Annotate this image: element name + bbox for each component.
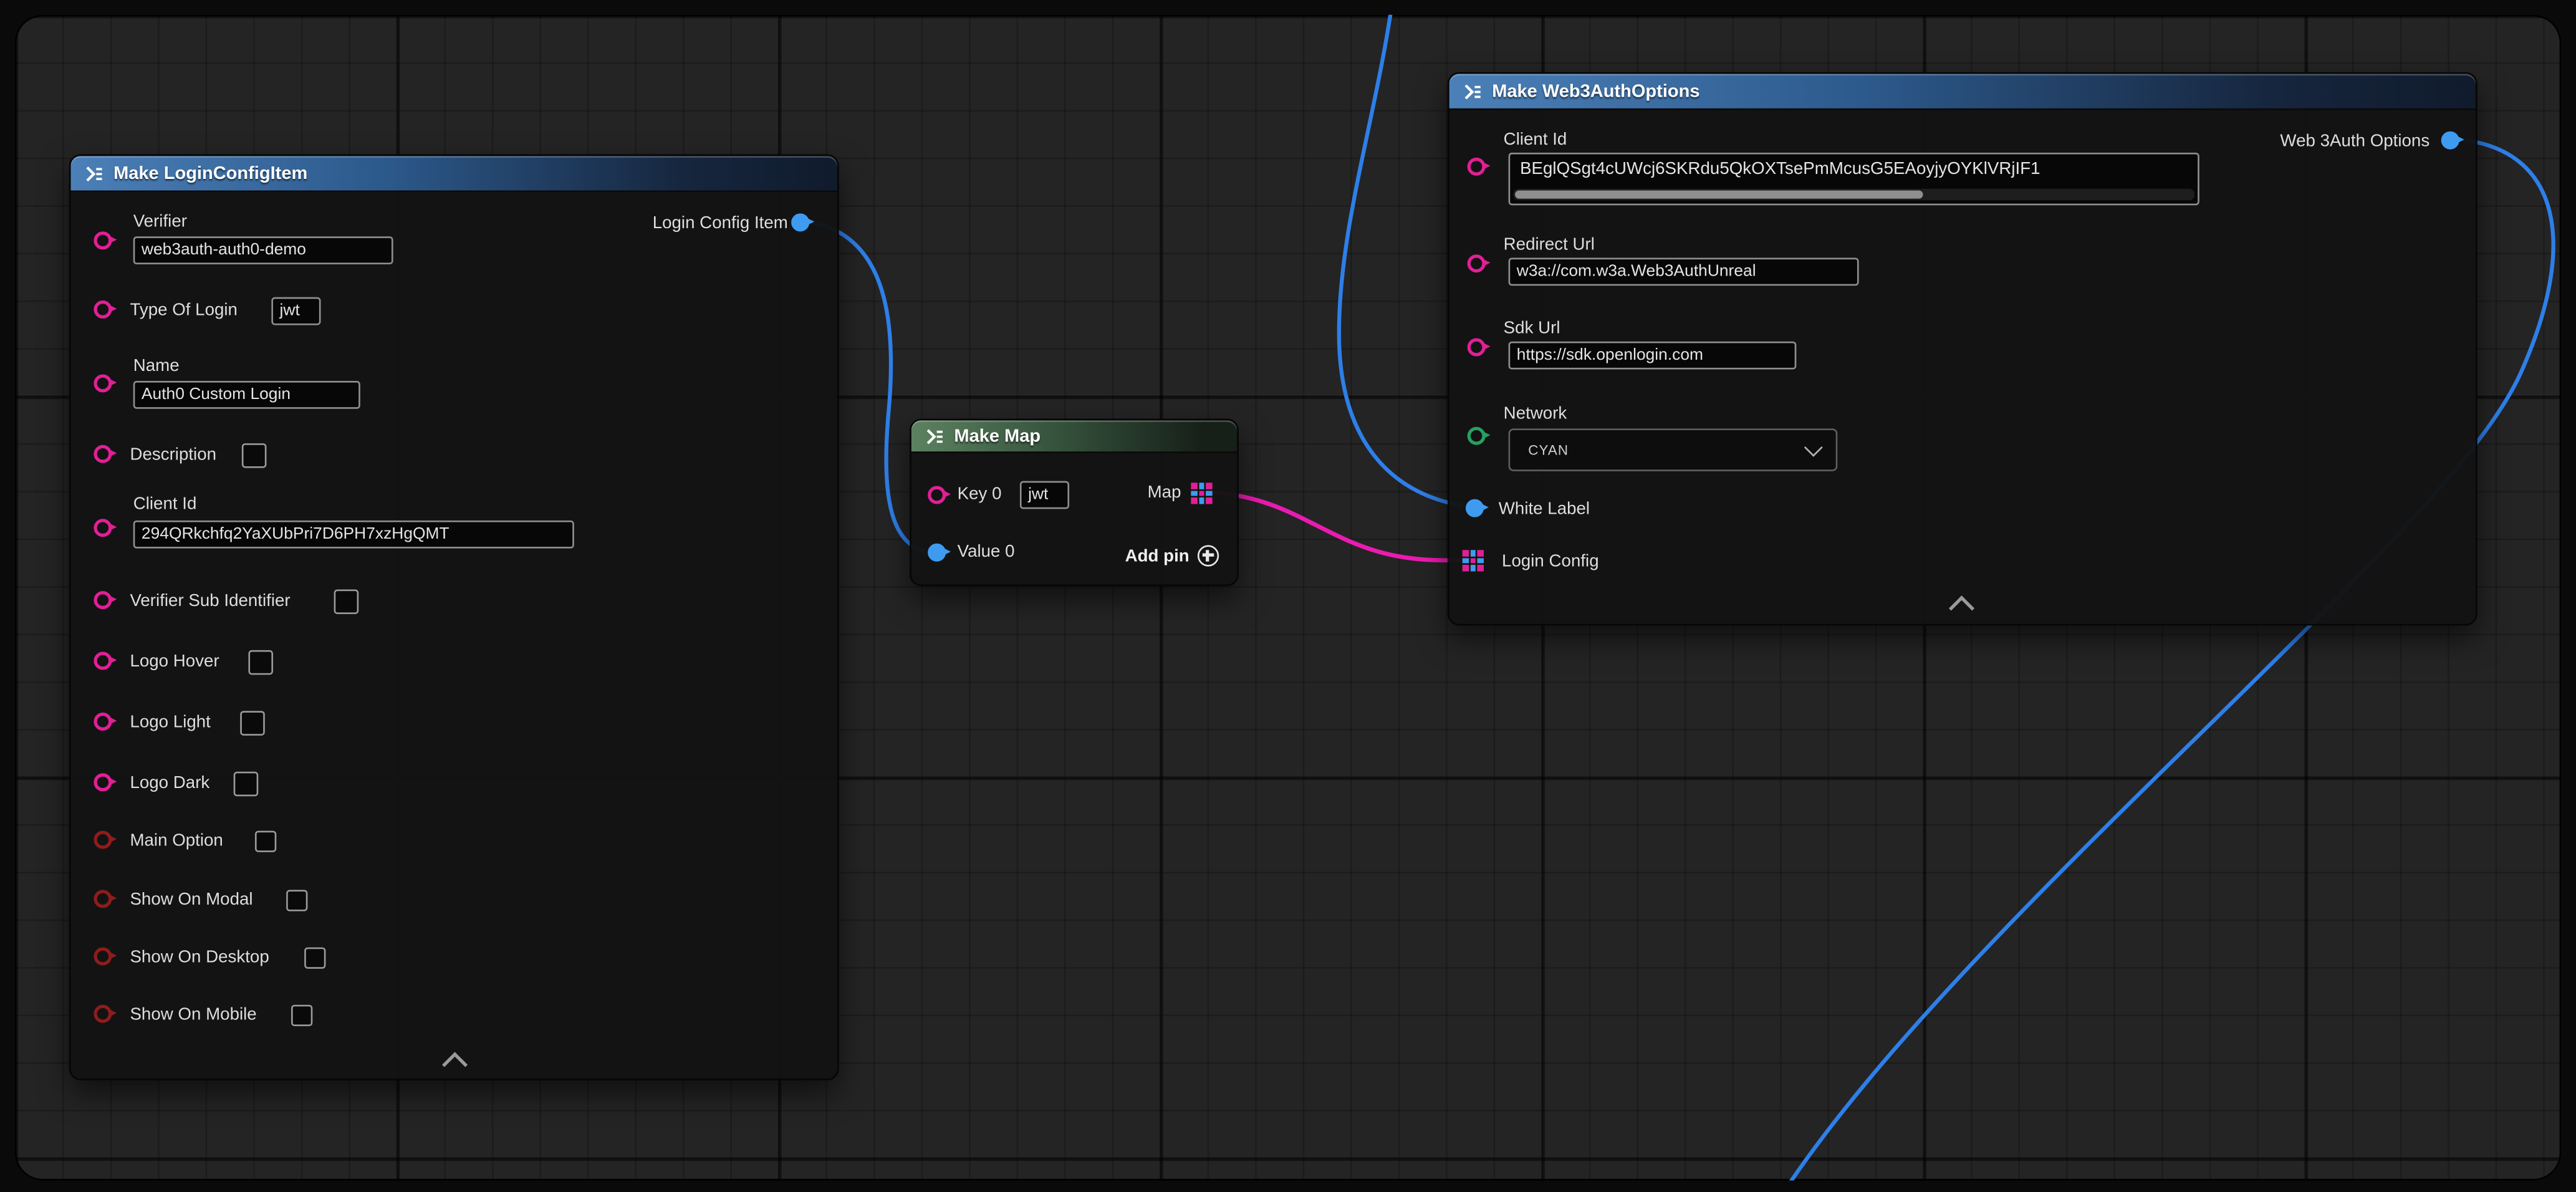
logo-light-input[interactable] [240, 711, 265, 736]
chevron-down-icon [1804, 438, 1823, 457]
node-title: Make Web3AuthOptions [1492, 81, 1699, 101]
pin-label-white-label: White Label [1499, 499, 1590, 519]
pin-label-sdk-url: Sdk Url [1504, 319, 1560, 339]
node-header-make-loginconfigitem[interactable]: Make LoginConfigItem [70, 156, 837, 192]
pin-verifier[interactable] [94, 231, 112, 249]
scrollbar-thumb[interactable] [1515, 190, 1923, 198]
collapse-chevron-icon[interactable] [1949, 595, 1974, 621]
show-on-modal-checkbox[interactable] [286, 890, 307, 911]
pin-redirect-url[interactable] [1468, 254, 1486, 272]
pin-label-key0: Key 0 [958, 484, 1002, 504]
collapse-chevron-icon[interactable] [442, 1052, 468, 1077]
pin-client-id[interactable] [94, 519, 112, 537]
client-id-input[interactable]: BEglQSgt4cUWcj6SKRdu5QkOXTsePmMcusG5EAoy… [1509, 153, 2199, 205]
pin-label-logo-dark: Logo Dark [130, 773, 209, 793]
add-pin-button[interactable]: Add pin [1125, 545, 1219, 566]
node-header-make-web3authoptions[interactable]: Make Web3AuthOptions [1449, 74, 2476, 110]
pin-label-map: Map [1148, 483, 1181, 502]
pin-label-name: Name [133, 356, 180, 376]
pin-show-on-desktop[interactable] [94, 948, 112, 966]
redirect-url-input[interactable]: w3a://com.w3a.Web3AuthUnreal [1509, 257, 1859, 286]
pin-label-type-of-login: Type Of Login [130, 300, 237, 320]
show-on-mobile-checkbox[interactable] [291, 1005, 312, 1026]
make-map-icon [925, 426, 944, 446]
node-title: Make Map [954, 426, 1040, 446]
pin-label-logo-light: Logo Light [130, 713, 210, 733]
pin-label-show-on-desktop: Show On Desktop [130, 948, 269, 968]
description-input[interactable] [242, 443, 267, 468]
pin-label-description: Description [130, 445, 216, 465]
key0-input[interactable]: jwt [1020, 481, 1069, 509]
make-struct-icon [1463, 81, 1483, 101]
pin-label-verifier: Verifier [133, 212, 187, 232]
blueprint-editor: Make LoginConfigItem Login Config Item V… [0, 0, 2576, 1192]
pin-show-on-mobile[interactable] [94, 1005, 112, 1023]
pin-key0[interactable] [928, 486, 946, 504]
pin-label-web3auth-options: Web 3Auth Options [2280, 132, 2429, 151]
pin-label-login-config-item: Login Config Item [653, 213, 788, 233]
pin-client-id[interactable] [1468, 158, 1486, 176]
verifier-sub-identifier-input[interactable] [334, 589, 359, 614]
pin-label-value0: Value 0 [958, 542, 1015, 562]
node-make-web3authoptions[interactable]: Make Web3AuthOptions Web 3Auth Options C… [1448, 72, 2477, 626]
pin-login-config[interactable] [1463, 550, 1484, 571]
pin-description[interactable] [94, 445, 112, 463]
type-of-login-input[interactable]: jwt [271, 297, 320, 325]
node-make-loginconfigitem[interactable]: Make LoginConfigItem Login Config Item V… [69, 155, 839, 1080]
pin-output-web3auth-options[interactable] [2441, 132, 2459, 150]
pin-main-option[interactable] [94, 831, 112, 849]
pin-logo-hover[interactable] [94, 652, 112, 670]
pin-label-redirect-url: Redirect Url [1504, 235, 1595, 255]
pin-map-output[interactable] [1191, 483, 1212, 504]
pin-name[interactable] [94, 374, 112, 392]
network-value: CYAN [1528, 441, 1569, 458]
client-id-scrollbar[interactable] [1514, 189, 2194, 200]
add-pin-label: Add pin [1125, 546, 1189, 566]
pin-white-label[interactable] [1466, 499, 1484, 517]
pin-verifier-sub-identifier[interactable] [94, 591, 112, 609]
node-header-make-map[interactable]: Make Map [911, 420, 1237, 453]
pin-logo-light[interactable] [94, 713, 112, 731]
pin-label-login-config: Login Config [1502, 552, 1599, 572]
pin-show-on-modal[interactable] [94, 890, 112, 908]
network-dropdown[interactable]: CYAN [1509, 428, 1838, 471]
pin-label-main-option: Main Option [130, 831, 223, 851]
pin-label-show-on-modal: Show On Modal [130, 890, 252, 910]
logo-hover-input[interactable] [248, 650, 273, 675]
pin-network[interactable] [1468, 427, 1486, 445]
wire-top-to-whitelabel[interactable] [1339, 15, 1463, 506]
pin-label-network: Network [1504, 404, 1567, 424]
node-title: Make LoginConfigItem [113, 163, 307, 183]
pin-label-client-id: Client Id [1504, 130, 1567, 150]
verifier-input[interactable]: web3auth-auth0-demo [133, 236, 393, 264]
pin-label-verifier-sub-identifier: Verifier Sub Identifier [130, 591, 290, 611]
pin-type-of-login[interactable] [94, 300, 112, 319]
pin-label-show-on-mobile: Show On Mobile [130, 1005, 256, 1025]
node-make-map[interactable]: Make Map Key 0 jwt Map Value 0 Add pin [910, 419, 1239, 587]
pin-sdk-url[interactable] [1468, 339, 1486, 357]
main-option-checkbox[interactable] [255, 831, 276, 852]
pin-logo-dark[interactable] [94, 773, 112, 791]
show-on-desktop-checkbox[interactable] [304, 948, 325, 969]
make-struct-icon [84, 163, 104, 183]
client-id-value: BEglQSgt4cUWcj6SKRdu5QkOXTsePmMcusG5EAoy… [1520, 159, 2191, 179]
pin-output-login-config-item[interactable] [791, 213, 809, 231]
pin-value0[interactable] [928, 544, 946, 562]
name-input[interactable]: Auth0 Custom Login [133, 381, 360, 409]
pin-label-logo-hover: Logo Hover [130, 652, 219, 672]
sdk-url-input[interactable]: https://sdk.openlogin.com [1509, 342, 1797, 370]
pin-label-client-id: Client Id [133, 494, 197, 514]
client-id-input[interactable]: 294QRkchfq2YaXUbPri7D6PH7xzHgQMT [133, 521, 574, 549]
blueprint-graph-canvas[interactable]: Make LoginConfigItem Login Config Item V… [15, 15, 2562, 1181]
logo-dark-input[interactable] [234, 772, 259, 797]
plus-circle-icon [1198, 545, 1219, 566]
wire-map-to-loginconfig[interactable] [1213, 493, 1461, 560]
